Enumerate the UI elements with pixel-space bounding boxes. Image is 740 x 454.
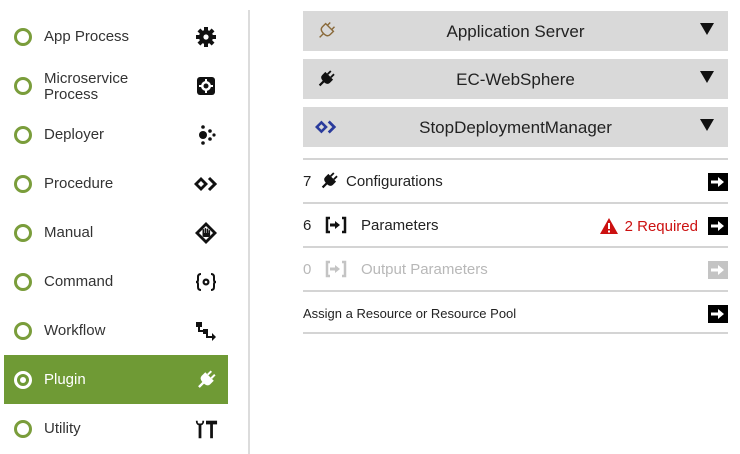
radio-button[interactable] bbox=[14, 174, 32, 193]
workflow-icon bbox=[194, 320, 218, 342]
parameters-label: Parameters bbox=[361, 217, 439, 234]
sidebar-item-label: Procedure bbox=[44, 174, 114, 192]
required-count-text: 2 Required bbox=[624, 217, 698, 235]
output-parameters-label: Output Parameters bbox=[361, 261, 488, 278]
arrow-right-icon[interactable] bbox=[708, 173, 728, 191]
task-type-sidebar: App Process Microservice Process Deploye… bbox=[0, 0, 240, 454]
output-parameters-count: 0 bbox=[303, 261, 312, 278]
sidebar-item-label: Utility bbox=[44, 419, 81, 437]
radio-button[interactable] bbox=[14, 27, 32, 46]
arrow-right-icon[interactable] bbox=[708, 305, 728, 323]
dropdown-arrow-icon bbox=[700, 71, 714, 83]
sidebar-item-deployer[interactable]: Deployer bbox=[4, 110, 228, 159]
sidebar-item-microservice-process[interactable]: Microservice Process bbox=[4, 61, 228, 110]
assign-resource-label: Assign a Resource or Resource Pool bbox=[303, 306, 517, 321]
radio-button[interactable] bbox=[14, 321, 32, 340]
sidebar-item-label: Plugin bbox=[44, 370, 86, 388]
dropdown-value: EC-WebSphere bbox=[456, 70, 575, 89]
dropdown-arrow-icon bbox=[700, 23, 714, 35]
configurations-count: 7 bbox=[303, 173, 312, 190]
radio-button[interactable] bbox=[14, 370, 32, 389]
procedure-icon bbox=[194, 173, 218, 195]
sidebar-item-label: Command bbox=[44, 272, 114, 290]
sidebar-item-label: Manual bbox=[44, 223, 94, 241]
sidebar-divider bbox=[248, 10, 250, 454]
sidebar-item-command[interactable]: Command bbox=[4, 257, 228, 306]
braces-gear-icon bbox=[194, 271, 218, 293]
tools-icon bbox=[194, 418, 218, 440]
parameters-row[interactable]: 6 Parameters 2 Required bbox=[303, 202, 728, 246]
radio-button[interactable] bbox=[14, 272, 32, 291]
sidebar-item-workflow[interactable]: Workflow bbox=[4, 306, 228, 355]
radio-button[interactable] bbox=[14, 125, 32, 144]
radio-button[interactable] bbox=[14, 223, 32, 242]
sidebar-item-manual[interactable]: Manual bbox=[4, 208, 228, 257]
configurations-label: Configurations bbox=[346, 173, 443, 190]
dropdown-arrow-icon bbox=[700, 119, 714, 131]
dots-icon bbox=[194, 124, 218, 146]
parameters-icon bbox=[325, 216, 347, 234]
plug-icon bbox=[194, 369, 218, 391]
assign-resource-row[interactable]: Assign a Resource or Resource Pool bbox=[303, 290, 728, 334]
sidebar-item-procedure[interactable]: Procedure bbox=[4, 159, 228, 208]
parameters-icon bbox=[325, 260, 347, 278]
arrow-right-icon[interactable] bbox=[708, 217, 728, 235]
sidebar-item-utility[interactable]: Utility bbox=[4, 404, 228, 453]
sidebar-item-label: Workflow bbox=[44, 321, 106, 339]
plug-icon bbox=[318, 172, 340, 190]
radio-button[interactable] bbox=[14, 76, 32, 95]
dropdown-value: Application Server bbox=[446, 22, 585, 41]
configurations-row[interactable]: 7 Configurations bbox=[303, 158, 728, 202]
warning-icon bbox=[599, 218, 618, 234]
sidebar-item-label: App Process bbox=[44, 27, 130, 45]
sidebar-item-label: Microservice Process bbox=[44, 70, 129, 103]
plugin-dropdown[interactable]: EC-WebSphere bbox=[303, 59, 728, 99]
sidebar-item-app-process[interactable]: App Process bbox=[4, 12, 228, 61]
required-indicator: 2 Required bbox=[599, 217, 698, 235]
procedure-settings-list: 7 Configurations 6 Parameters 2 Required… bbox=[303, 158, 728, 334]
dropdown-value: StopDeploymentManager bbox=[419, 118, 612, 137]
microservice-icon bbox=[194, 75, 218, 97]
gear-icon bbox=[194, 26, 218, 48]
hand-diamond-icon bbox=[194, 221, 218, 244]
sidebar-item-plugin[interactable]: Plugin bbox=[4, 355, 228, 404]
parameters-count: 6 bbox=[303, 217, 312, 234]
radio-button[interactable] bbox=[14, 419, 32, 438]
sidebar-item-label: Deployer bbox=[44, 125, 105, 143]
output-parameters-row: 0 Output Parameters bbox=[303, 246, 728, 290]
procedure-dropdown[interactable]: StopDeploymentManager bbox=[303, 107, 728, 147]
application-type-dropdown[interactable]: Application Server bbox=[303, 11, 728, 51]
arrow-right-icon bbox=[708, 261, 728, 279]
